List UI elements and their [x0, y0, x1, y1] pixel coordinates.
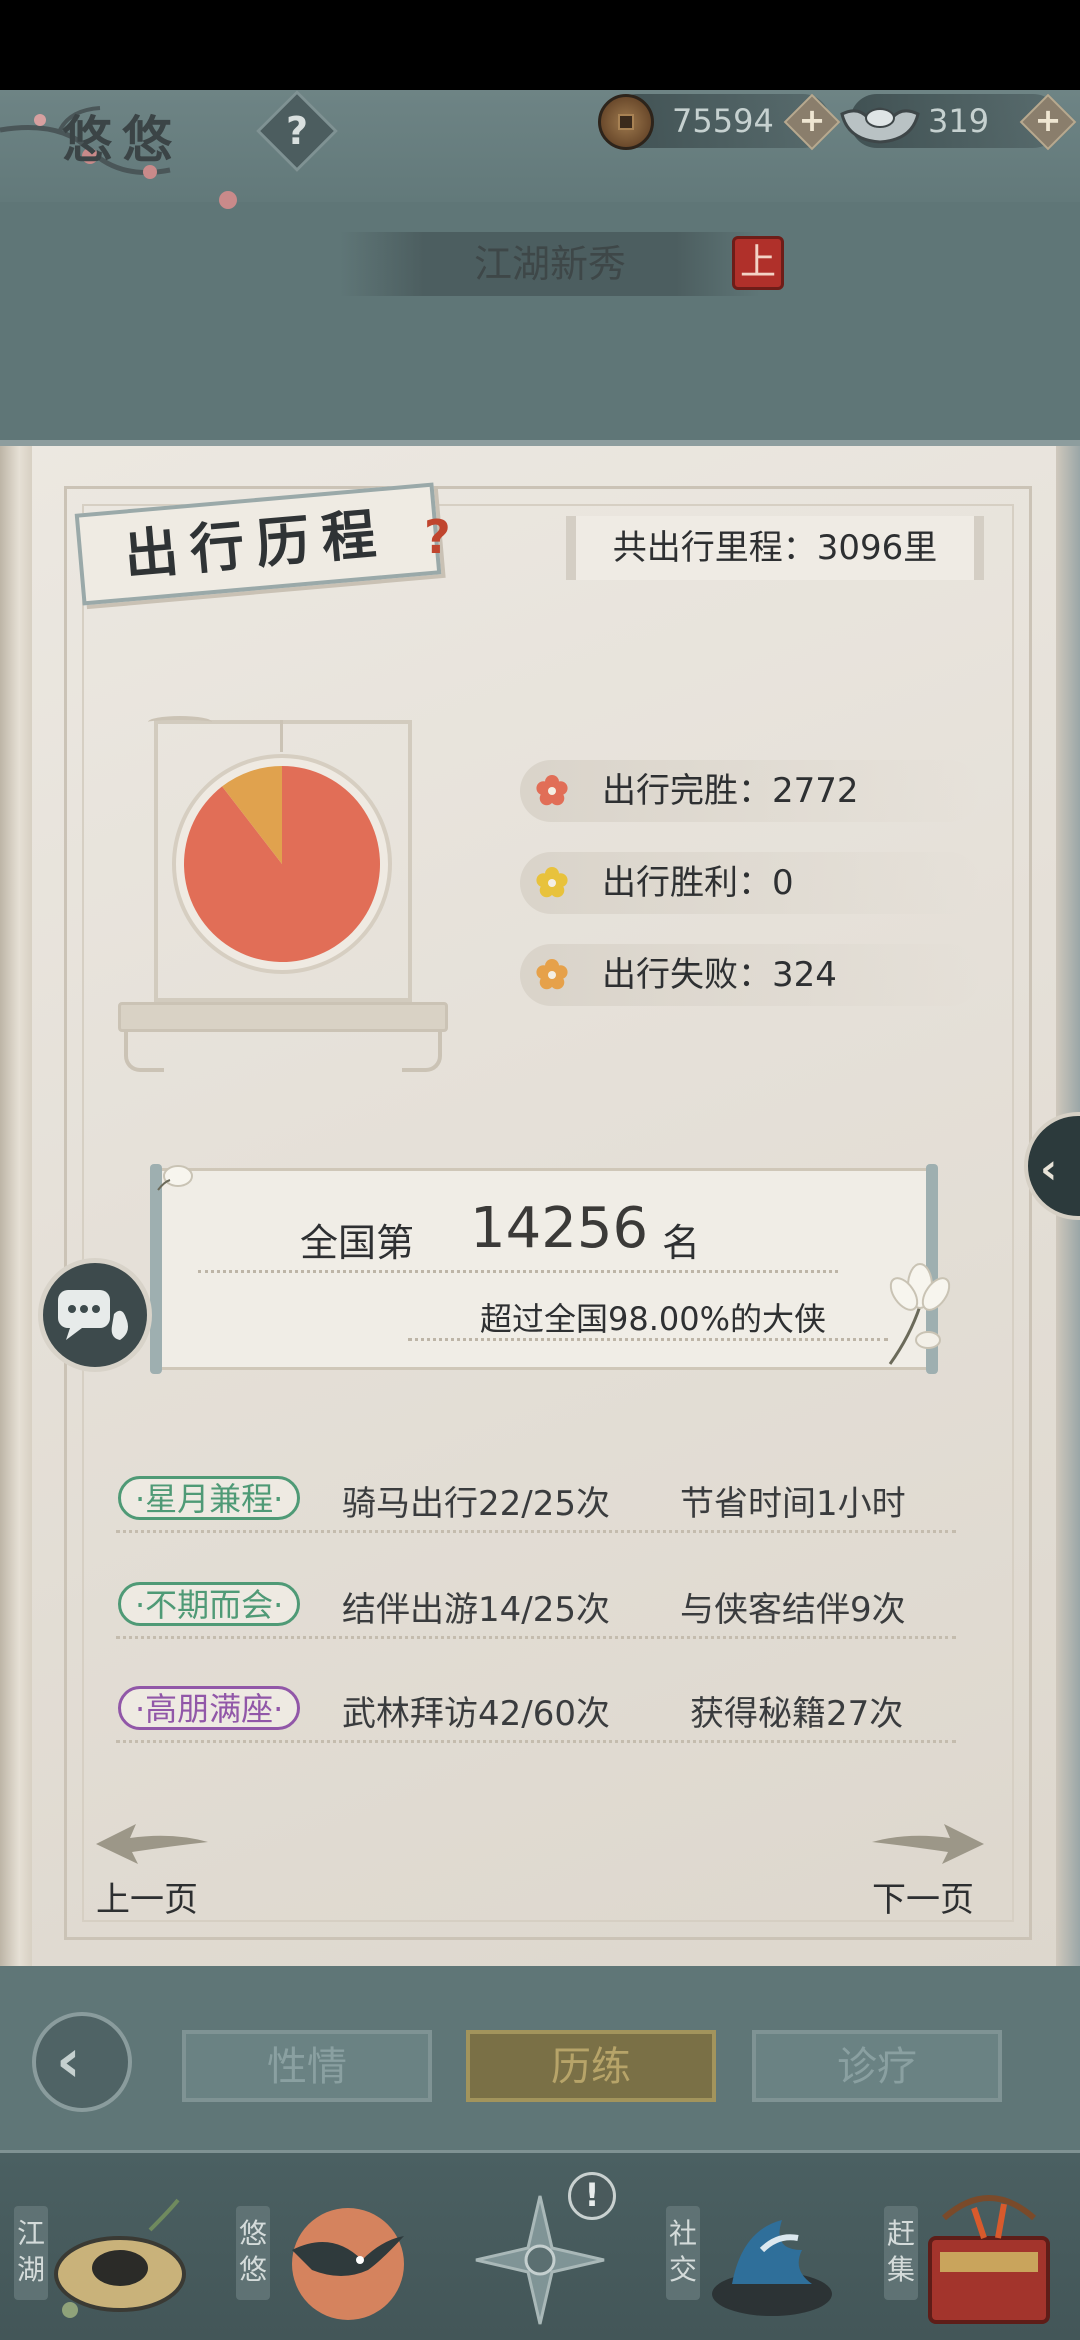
- straw-hat-icon: [54, 2198, 186, 2318]
- nav-label: 悠悠: [236, 2206, 270, 2300]
- achievement-tag[interactable]: ·高朋满座·: [118, 1686, 301, 1730]
- dotted-divider: [116, 1636, 956, 1639]
- tab-experience[interactable]: 历练: [466, 2030, 716, 2102]
- prev-page-button[interactable]: 上一页: [96, 1872, 198, 1921]
- plus-icon: +: [798, 101, 826, 139]
- chevron-left-icon: ‹: [1040, 1144, 1058, 1193]
- plus-icon: +: [1034, 101, 1062, 139]
- next-page-button[interactable]: 下一页: [872, 1872, 974, 1921]
- dotted-divider: [198, 1270, 838, 1273]
- flower-center: [548, 879, 556, 887]
- nav-label: 社交: [666, 2206, 700, 2300]
- pie-stand-base: [118, 1002, 448, 1032]
- pie-stand-leg: [124, 1030, 164, 1072]
- rank-title: 江湖新秀: [473, 242, 626, 286]
- copper-coin-hole: [618, 114, 634, 130]
- pie-stand-ornament: [148, 716, 212, 728]
- stat-win: 出行胜利：0: [602, 863, 794, 903]
- book-spine: [0, 446, 32, 1966]
- achievement-tag[interactable]: ·星月兼程·: [118, 1476, 301, 1520]
- rank-up-badge[interactable]: 上: [732, 236, 784, 290]
- section-help-icon[interactable]: ?: [424, 510, 451, 564]
- achievement-progress: 骑马出行22/25次: [342, 1484, 610, 1524]
- achievement-progress: 结伴出游14/25次: [342, 1590, 610, 1630]
- magnolia-flower-decoration: [888, 1263, 951, 1365]
- wave-bowl-icon: [712, 2220, 832, 2316]
- back-button[interactable]: [32, 2012, 132, 2112]
- flower-petal: [536, 965, 551, 980]
- copper-amount: 75594: [672, 102, 774, 140]
- alert-icon: !: [568, 2172, 616, 2220]
- pie-stand-string: [280, 720, 283, 752]
- prev-arrow-icon[interactable]: [92, 1818, 212, 1868]
- nav-social[interactable]: 社交: [662, 2170, 842, 2336]
- flower-icon-win: [536, 867, 568, 898]
- chat-bubble-icon: [58, 1290, 128, 1340]
- achievement-progress: 武林拜访42/60次: [342, 1694, 610, 1734]
- achievement-reward: 与侠客结伴9次: [680, 1590, 906, 1630]
- status-bar: [0, 0, 1080, 90]
- rank-suffix: 名: [662, 1221, 701, 1265]
- achievement-tag[interactable]: ·不期而会·: [118, 1582, 301, 1626]
- player-name: 悠悠: [62, 110, 182, 169]
- flower-center: [548, 971, 556, 979]
- nav-label: 江湖: [14, 2206, 48, 2300]
- market-basket-icon: [928, 2195, 1050, 2324]
- swallow-portrait-icon: [292, 2208, 404, 2320]
- stat-perfect-win: 出行完胜：2772: [602, 771, 859, 811]
- flower-petal: [536, 873, 551, 888]
- next-arrow-icon[interactable]: [868, 1818, 988, 1868]
- flower-center: [548, 787, 556, 795]
- tab-treatment[interactable]: 诊疗: [752, 2030, 1002, 2102]
- silver-ingot-icon: [840, 107, 920, 144]
- silver-amount: 319: [928, 102, 990, 140]
- flower-petal: [536, 781, 551, 796]
- stat-loss: 出行失败：324: [602, 955, 837, 995]
- nav-market[interactable]: 赶集: [880, 2170, 1060, 2336]
- pie-stand-leg: [402, 1030, 442, 1072]
- magnolia-bud-decoration: [157, 1165, 193, 1191]
- nav-youyou[interactable]: 悠悠: [232, 2170, 412, 2336]
- dotted-divider: [116, 1740, 956, 1743]
- help-icon: ?: [285, 109, 309, 153]
- achievement-reward: 节省时间1小时: [680, 1484, 906, 1524]
- dotted-divider: [116, 1530, 956, 1533]
- rank-number: 14256: [470, 1196, 649, 1261]
- flower-icon-loss: [536, 959, 568, 990]
- achievement-reward: 获得秘籍27次: [690, 1694, 904, 1734]
- rank-percentile: 超过全国98.00%的大侠: [480, 1300, 827, 1338]
- outing-results-pie-chart: [172, 754, 392, 974]
- total-mileage: 共出行里程：3096里: [612, 528, 938, 568]
- nav-jianghu[interactable]: 江湖: [10, 2170, 190, 2336]
- rank-prefix: 全国第: [300, 1221, 415, 1265]
- nav-label: 赶集: [884, 2206, 918, 2300]
- chevron-left-icon: ‹: [56, 2026, 81, 2096]
- flower-icon-perfect-win: [536, 775, 568, 806]
- tab-temperament[interactable]: 性情: [182, 2030, 432, 2102]
